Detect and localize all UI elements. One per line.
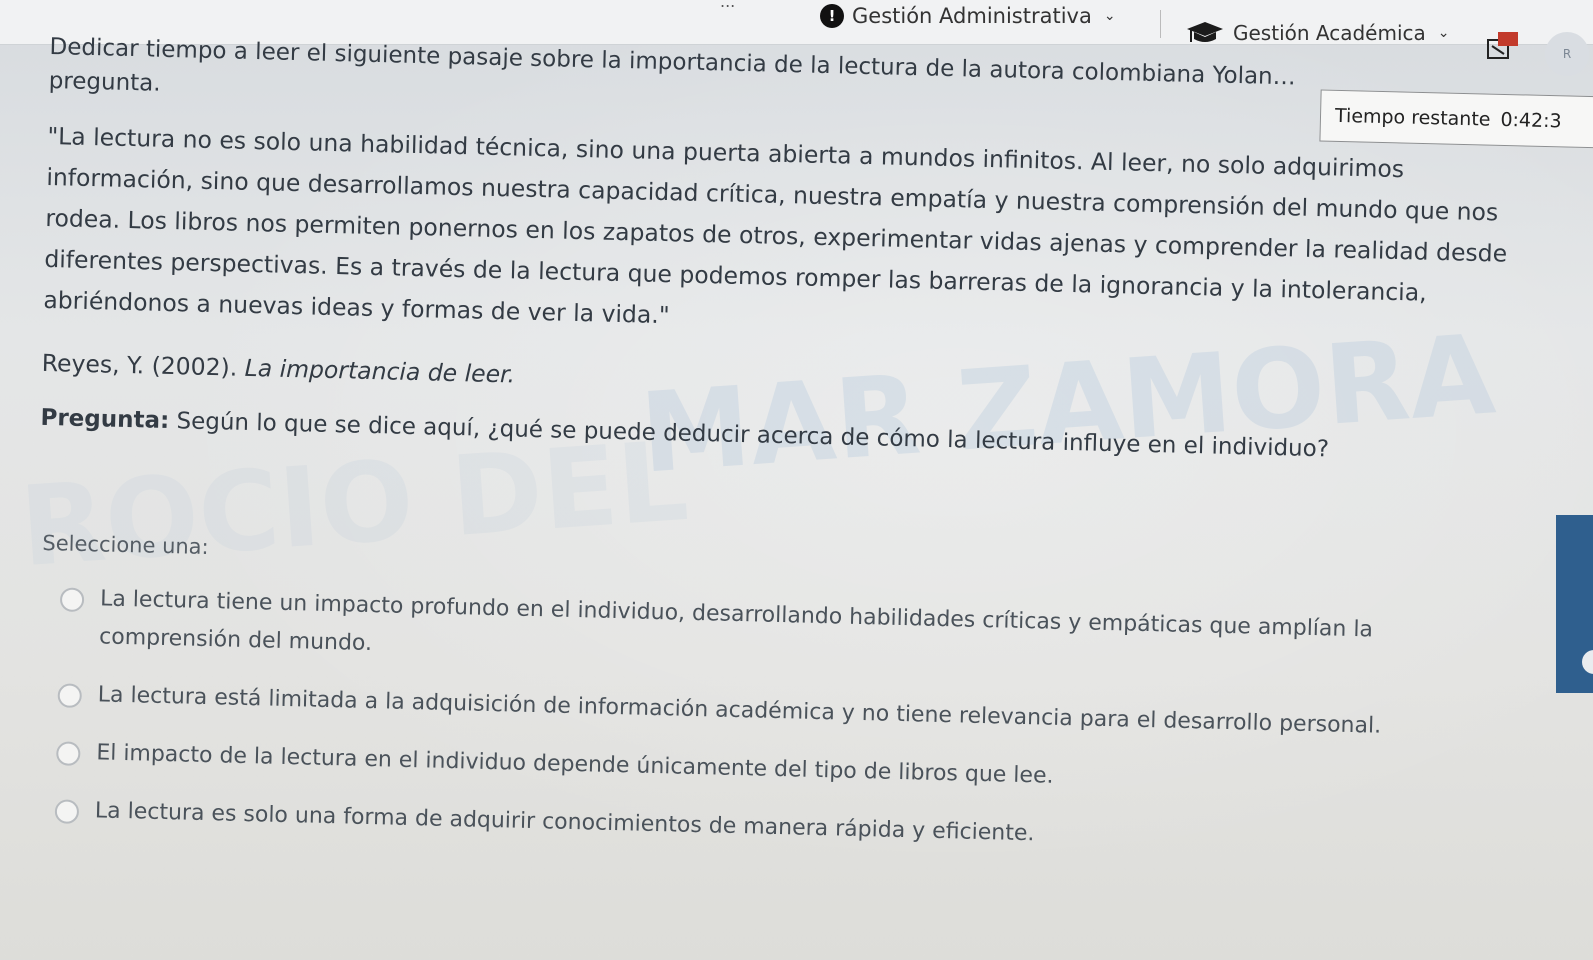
apps-grid-icon[interactable] <box>1486 30 1520 60</box>
question: Pregunta: Según lo que se dice aquí, ¿qu… <box>40 405 1540 468</box>
citation: Reyes, Y. (2002). La importancia de leer… <box>42 349 1542 414</box>
answer-option-c[interactable]: El impacto de la lectura en el individuo… <box>56 733 1387 803</box>
option-text: La lectura es solo una forma de adquirir… <box>94 798 1035 847</box>
answer-option-d[interactable]: La lectura es solo una forma de adquirir… <box>54 791 1385 861</box>
chevron-down-icon: ⌄ <box>1437 25 1450 41</box>
answer-option-a[interactable]: La lectura tiene un impacto profundo en … <box>59 579 1390 687</box>
answer-option-b[interactable]: La lectura está limitada a la adquisició… <box>57 675 1388 745</box>
info-icon: ! <box>820 4 844 28</box>
question-text: Según lo que se dice aquí, ¿qué se puede… <box>176 408 1330 463</box>
option-text: La lectura está limitada a la adquisició… <box>97 682 1382 739</box>
radio-button[interactable] <box>56 741 81 766</box>
nav-divider <box>1160 10 1161 38</box>
citation-title: La importancia de leer. <box>244 353 516 389</box>
nav-gestion-administrativa[interactable]: ! Gestión Administrativa ⌄ <box>820 4 1116 28</box>
radio-button[interactable] <box>57 683 83 708</box>
nav-acad-label: Gestión Académica <box>1233 21 1426 45</box>
radio-button[interactable] <box>59 587 85 612</box>
radio-button[interactable] <box>54 799 80 824</box>
option-text: La lectura tiene un impacto profundo en … <box>98 586 1374 657</box>
nav-cut-item[interactable]: ... <box>720 0 735 11</box>
citation-author: Reyes, Y. (2002). <box>41 348 238 382</box>
question-label: Pregunta: <box>40 404 170 435</box>
chevron-down-icon: ⌄ <box>1103 8 1116 24</box>
user-avatar[interactable]: R <box>1545 32 1589 76</box>
reading-passage: "La lectura no es solo una habilidad téc… <box>43 121 1508 330</box>
graduation-cap-icon <box>1187 22 1223 42</box>
option-text: El impacto de la lectura en el individuo… <box>96 740 1054 789</box>
select-one-label: Seleccione una: <box>42 530 209 560</box>
nav-gestion-academica[interactable]: Gestión Académica ⌄ <box>1185 20 1450 46</box>
quiz-content: Dedicar tiempo a leer el siguiente pasaj… <box>30 30 1550 885</box>
nav-admin-label: Gestión Administrativa <box>852 4 1092 28</box>
answer-options: La lectura tiene un impacto profundo en … <box>54 579 1390 861</box>
